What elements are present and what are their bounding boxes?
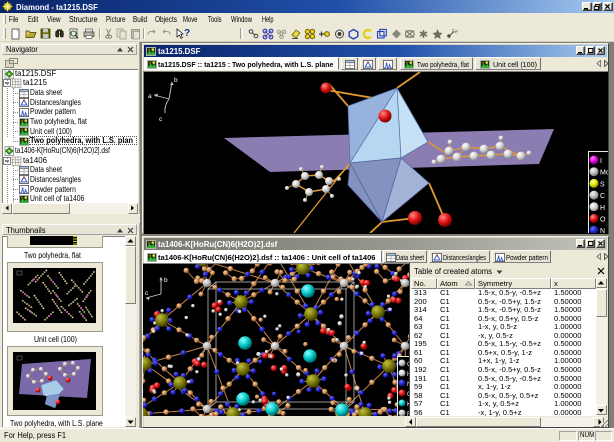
svg-text:a: a xyxy=(148,93,152,100)
svg-text:O: O xyxy=(600,216,606,223)
svg-text:S: S xyxy=(600,181,605,188)
svg-text:b: b xyxy=(164,277,168,284)
svg-text:Mo: Mo xyxy=(600,169,608,176)
svg-text:b: b xyxy=(174,77,178,84)
svg-text:H: H xyxy=(600,204,605,211)
svg-text:C: C xyxy=(600,193,605,200)
svg-text:Fe: Fe xyxy=(452,30,458,36)
svg-text:N: N xyxy=(600,228,605,233)
svg-text:I: I xyxy=(600,158,602,165)
